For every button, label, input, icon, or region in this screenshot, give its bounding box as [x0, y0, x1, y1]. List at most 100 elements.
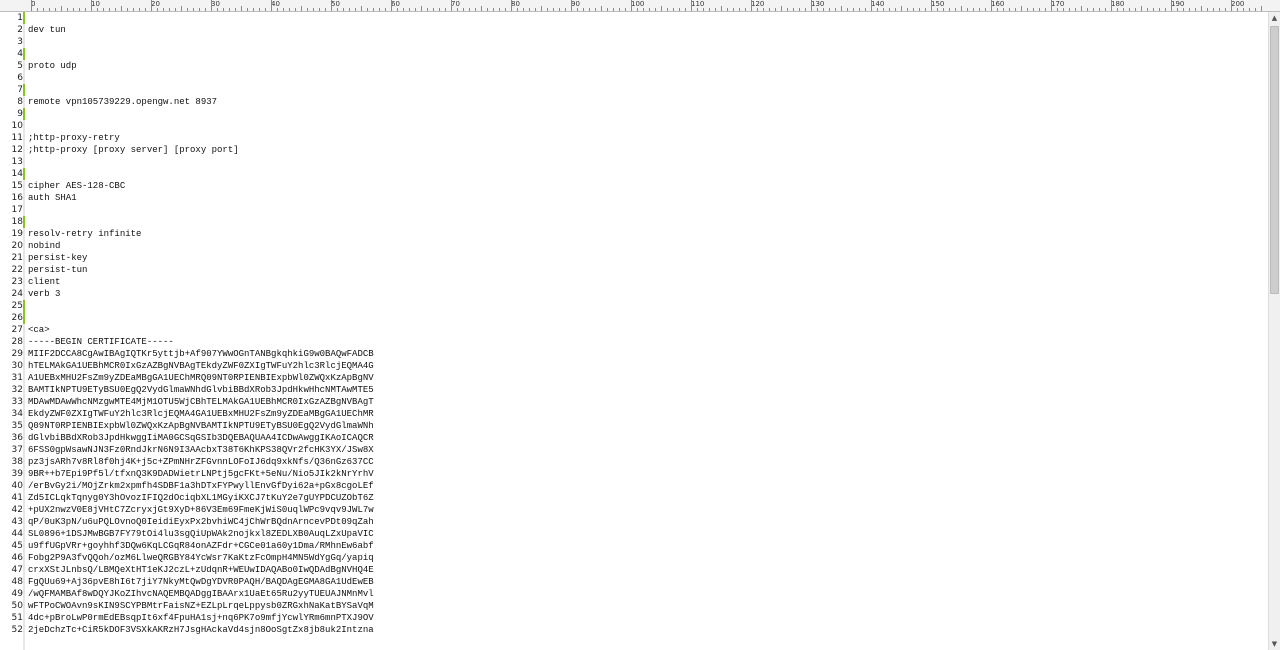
line-text[interactable]: MDAwMDAwWhcNMzgwMTE4MjM1OTU5WjCBhTELMAkG… — [28, 396, 374, 408]
editor-line[interactable]: 19 resolv-retry infinite — [0, 228, 1268, 240]
line-text[interactable]: nobind — [28, 240, 60, 252]
line-text[interactable]: qP/0uK3pN/u6uPQLOvnoQ0IeidiEyxPx2bvhiWC4… — [28, 516, 374, 528]
editor-line[interactable]: 29 MIIF2DCCA8CgAwIBAgIQTKr5yttjb+Af907YWw… — [0, 348, 1268, 360]
line-text[interactable]: ;http-proxy [proxy server] [proxy port] — [28, 144, 239, 156]
line-text[interactable]: persist-key — [28, 252, 87, 264]
editor-line[interactable]: 47 crxXStJLnbsQ/LBMQeXtHT1eKJ2czL+zUdqnR+… — [0, 564, 1268, 576]
editor-line[interactable]: 49/wQFMAMBAf8wDQYJKoZIhvcNAQEMBQADggIBAA… — [0, 588, 1268, 600]
line-text[interactable]: auth SHA1 — [28, 192, 77, 204]
editor-line[interactable]: 21 persist-key — [0, 252, 1268, 264]
editor-line[interactable]: 13 — [0, 156, 1268, 168]
line-text[interactable]: pz3jsARh7v8Rl8f0hj4K+j5c+ZPmNHrZFGvnnLOF… — [28, 456, 374, 468]
editor-line[interactable]: 8 remote vpn105739229.opengw.net 8937 — [0, 96, 1268, 108]
line-text[interactable]: dev tun — [28, 24, 66, 36]
editor-line[interactable]: 20 nobind — [0, 240, 1268, 252]
editor-line[interactable]: 28 -----BEGIN CERTIFICATE----- — [0, 336, 1268, 348]
line-text[interactable]: ;http-proxy-retry — [28, 132, 120, 144]
editor-line[interactable]: 24 verb 3 — [0, 288, 1268, 300]
editor-line[interactable]: 40/erBvGy2i/MOjZrkm2xpmfh4SDBF1a3hDTxFYP… — [0, 480, 1268, 492]
editor-line[interactable]: 48 FgQUu69+Aj36pvE8hI6t7jiY7NkyMtQwDgYDVR… — [0, 576, 1268, 588]
editor-line[interactable]: 5 proto udp — [0, 60, 1268, 72]
line-text[interactable]: <ca> — [28, 324, 50, 336]
editor-line[interactable]: 34 EkdyZWF0ZXIgTWFuY2hlc3RlcjEQMA4GA1UEBx… — [0, 408, 1268, 420]
editor-line[interactable]: 39 9BR++b7Epi9Pf5l/tfxnQ3K9DADWietrLNPtj5… — [0, 468, 1268, 480]
ruler-tick — [691, 0, 692, 11]
line-text[interactable]: Q09NT0RPIENBIExpbWl0ZWQxKzApBgNVBAMTIkNP… — [28, 420, 374, 432]
line-text[interactable]: FgQUu69+Aj36pvE8hI6t7jiY7NkyMtQwDgYDVR0P… — [28, 576, 374, 588]
editor-line[interactable]: 16 auth SHA1 — [0, 192, 1268, 204]
line-text[interactable]: SL0896+1DSJMwBGB7FY79tOi4lu3sgQiUpWAk2no… — [28, 528, 374, 540]
editor-line[interactable]: 4 — [0, 48, 1268, 60]
editor-line[interactable]: 2 dev tun — [0, 24, 1268, 36]
line-text[interactable]: EkdyZWF0ZXIgTWFuY2hlc3RlcjEQMA4GA1UEBxMH… — [28, 408, 374, 420]
line-text[interactable]: 4dc+pBroLwP0rmEdEBsqpIt6xf4FpuHA1sj+nq6P… — [28, 612, 374, 624]
line-text[interactable]: remote vpn105739229.opengw.net 8937 — [28, 96, 217, 108]
line-text[interactable]: A1UEBxMHU2FsZm9yZDEaMBgGA1UEChMRQ09NT0RP… — [28, 372, 374, 384]
line-text[interactable]: hTELMAkGA1UEBhMCR0IxGzAZBgNVBAgTEkdyZWF0… — [28, 360, 374, 372]
editor-line[interactable]: 15 cipher AES-128-CBC — [0, 180, 1268, 192]
line-text[interactable]: dGlvbiBBdXRob3JpdHkwggIiMA0GCSqGSIb3DQEB… — [28, 432, 374, 444]
editor-line[interactable]: 26 — [0, 312, 1268, 324]
editor-line[interactable]: 31 A1UEBxMHU2FsZm9yZDEaMBgGA1UEChMRQ09NT0… — [0, 372, 1268, 384]
editor-line[interactable]: 33 MDAwMDAwWhcNMzgwMTE4MjM1OTU5WjCBhTELMA… — [0, 396, 1268, 408]
editor-line[interactable]: 37 6FSS0gpWsawNJN3Fz0RndJkrN6N9I3AAcbxT38… — [0, 444, 1268, 456]
editor-line[interactable]: 1 — [0, 12, 1268, 24]
line-text[interactable]: verb 3 — [28, 288, 60, 300]
editor-line[interactable]: 14 — [0, 168, 1268, 180]
line-text[interactable]: 6FSS0gpWsawNJN3Fz0RndJkrN6N9I3AAcbxT38T6… — [28, 444, 374, 456]
line-text[interactable]: resolv-retry infinite — [28, 228, 141, 240]
line-text[interactable]: cipher AES-128-CBC — [28, 180, 125, 192]
editor-line[interactable]: 22 persist-tun — [0, 264, 1268, 276]
line-text[interactable]: 9BR++b7Epi9Pf5l/tfxnQ3K9DADWietrLNPtj5gc… — [28, 468, 374, 480]
editor-line[interactable]: 3 — [0, 36, 1268, 48]
line-text[interactable]: wFTPoCWOAvn9sKIN9SCYPBMtrFaisNZ+EZLpLrqe… — [28, 600, 374, 612]
editor-line[interactable]: 50 wFTPoCWOAvn9sKIN9SCYPBMtrFaisNZ+EZLpLr… — [0, 600, 1268, 612]
editor-line[interactable]: 45 u9ffUGpVRr+goyhhf3DQw6KqLCGqR84onAZFdr… — [0, 540, 1268, 552]
editor-line[interactable]: 43 qP/0uK3pN/u6uPQLOvnoQ0IeidiEyxPx2bvhiW… — [0, 516, 1268, 528]
editor-line[interactable]: 6 — [0, 72, 1268, 84]
scroll-up-arrow-icon[interactable]: ▲ — [1269, 12, 1280, 24]
editor-line[interactable]: 52 2jeDchzTc+CiR5kDOF3VSXkAKRzH7JsgHAckaV… — [0, 624, 1268, 636]
editor-line[interactable]: 7 — [0, 84, 1268, 96]
editor-line[interactable]: 46 Fobg2P9A3fvQQoh/ozM6LlweQRGBY84YcWsr7K… — [0, 552, 1268, 564]
editor-line[interactable]: 25 — [0, 300, 1268, 312]
editor-line[interactable]: 18 — [0, 216, 1268, 228]
line-text[interactable]: +pUX2nwzV0E8jVHtC7ZcryxjGt9XyD+86V3Em69F… — [28, 504, 374, 516]
line-text[interactable]: MIIF2DCCA8CgAwIBAgIQTKr5yttjb+Af907YWwOG… — [28, 348, 374, 360]
line-text[interactable]: crxXStJLnbsQ/LBMQeXtHT1eKJ2czL+zUdqnR+WE… — [28, 564, 374, 576]
editor-line[interactable]: 11 ;http-proxy-retry — [0, 132, 1268, 144]
line-text[interactable]: /erBvGy2i/MOjZrkm2xpmfh4SDBF1a3hDTxFYPwy… — [28, 480, 374, 492]
editor-line[interactable]: 51 4dc+pBroLwP0rmEdEBsqpIt6xf4FpuHA1sj+nq… — [0, 612, 1268, 624]
editor-line[interactable]: 9 — [0, 108, 1268, 120]
line-text[interactable]: BAMTIkNPTU9ETyBSU0EgQ2VydGlmaWNhdGlvbiBB… — [28, 384, 374, 396]
editor-line[interactable]: 42 +pUX2nwzV0E8jVHtC7ZcryxjGt9XyD+86V3Em6… — [0, 504, 1268, 516]
editor-line[interactable]: 32 BAMTIkNPTU9ETyBSU0EgQ2VydGlmaWNhdGlvbi… — [0, 384, 1268, 396]
editor-line[interactable]: 44 SL0896+1DSJMwBGB7FY79tOi4lu3sgQiUpWAk2… — [0, 528, 1268, 540]
editor-line[interactable]: 36 dGlvbiBBdXRob3JpdHkwggIiMA0GCSqGSIb3DQ… — [0, 432, 1268, 444]
text-editor-area[interactable]: 1 2 dev tun 3 4 5 proto udp 6 7 8 remote vpn105739… — [0, 12, 1268, 650]
editor-line[interactable]: 30 hTELMAkGA1UEBhMCR0IxGzAZBgNVBAgTEkdyZW… — [0, 360, 1268, 372]
line-text[interactable]: Zd5ICLqkTqnyg0Y3hOvozIFIQ2dOciqbXL1MGyiK… — [28, 492, 374, 504]
ruler-tick — [163, 8, 164, 11]
editor-line[interactable]: 10 — [0, 120, 1268, 132]
editor-line[interactable]: 41 Zd5ICLqkTqnyg0Y3hOvozIFIQ2dOciqbXL1MGy… — [0, 492, 1268, 504]
line-text[interactable]: proto udp — [28, 60, 77, 72]
editor-line[interactable]: 12 ;http-proxy [proxy server] [proxy port… — [0, 144, 1268, 156]
editor-line[interactable]: 23 client — [0, 276, 1268, 288]
editor-line[interactable]: 17 — [0, 204, 1268, 216]
line-text[interactable]: /wQFMAMBAf8wDQYJKoZIhvcNAQEMBQADggIBAArx… — [28, 588, 374, 600]
line-text[interactable]: 2jeDchzTc+CiR5kDOF3VSXkAKRzH7JsgHAckaVd4… — [28, 624, 374, 636]
editor-line[interactable]: 38 pz3jsARh7v8Rl8f0hj4K+j5c+ZPmNHrZFGvnnL… — [0, 456, 1268, 468]
scrollbar-thumb[interactable] — [1270, 26, 1279, 294]
line-number: 34 — [11, 409, 23, 419]
line-text[interactable]: client — [28, 276, 60, 288]
line-text[interactable]: persist-tun — [28, 264, 87, 276]
editor-line[interactable]: 27 <ca> — [0, 324, 1268, 336]
vertical-scrollbar[interactable]: ▲ ▼ — [1268, 12, 1280, 650]
line-text[interactable]: -----BEGIN CERTIFICATE----- — [28, 336, 174, 348]
line-text[interactable]: Fobg2P9A3fvQQoh/ozM6LlweQRGBY84YcWsr7KaK… — [28, 552, 374, 564]
ruler-tick — [1183, 8, 1184, 11]
line-text[interactable]: u9ffUGpVRr+goyhhf3DQw6KqLCGqR84onAZFdr+C… — [28, 540, 374, 552]
scroll-down-arrow-icon[interactable]: ▼ — [1269, 638, 1280, 650]
editor-line[interactable]: 35 Q09NT0RPIENBIExpbWl0ZWQxKzApBgNVBAMTIk… — [0, 420, 1268, 432]
